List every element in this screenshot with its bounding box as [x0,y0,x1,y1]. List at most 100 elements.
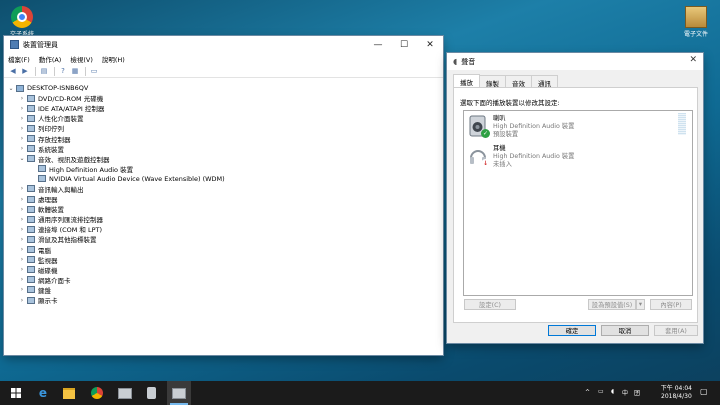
tree-category[interactable]: › 通用序列匯流排控制器 [4,214,443,224]
notification-icon[interactable]: ▢ [700,387,708,396]
taskbar-device-manager[interactable] [167,381,191,405]
chevron-right-icon[interactable]: › [18,236,26,243]
tree-category[interactable]: › 連接埠 (COM 和 LPT) [4,224,443,234]
computer-icon [27,246,35,254]
documents-icon [685,6,707,28]
chevron-right-icon[interactable]: › [18,145,26,152]
chevron-right-icon[interactable]: › [18,266,26,273]
tree-category[interactable]: › DVD/CD-ROM 光碟機 [4,93,443,103]
forward-arrow-icon[interactable]: ▶ [20,67,30,76]
chevron-right-icon[interactable]: › [18,185,26,192]
chevron-right-icon[interactable]: › [18,297,26,304]
menu-action[interactable]: 動作(A) [39,54,62,64]
chevron-right-icon[interactable]: › [18,256,26,263]
start-button[interactable] [4,381,28,405]
chevron-right-icon[interactable]: › [18,276,26,283]
properties-icon[interactable]: ▤ [39,67,49,76]
tree-category[interactable]: › 電腦 [4,245,443,255]
tree-category[interactable]: › 人性化介面裝置 [4,113,443,123]
desktop-icon-chrome[interactable]: 交子系统 [2,6,42,38]
chevron-right-icon[interactable]: › [18,95,26,102]
tree-category[interactable]: › 音訊輸入與輸出 [4,184,443,194]
tree-category[interactable]: › 列印佇列 [4,123,443,133]
close-button[interactable]: ✕ [689,55,697,65]
chevron-right-icon[interactable]: › [18,135,26,142]
taskbar-device-app[interactable] [113,381,137,405]
details-icon[interactable]: ▦ [70,67,80,76]
tree-category[interactable]: › 軟體裝置 [4,204,443,214]
taskbar-speaker-app[interactable] [139,381,163,405]
tree-category[interactable]: › 鍵盤 [4,285,443,295]
tree-category[interactable]: ⌄ 音效、視訊及遊戲控制器 [4,154,443,164]
mouse-icon [27,235,35,243]
chevron-down-icon[interactable]: ⌄ [18,155,26,162]
chevron-right-icon[interactable]: › [18,196,26,203]
chevron-right-icon[interactable]: › [18,206,26,213]
help-icon[interactable]: ? [58,67,68,76]
taskbar-chrome[interactable] [85,381,109,405]
chevron-right-icon[interactable]: › [18,216,26,223]
chevron-right-icon[interactable]: › [18,286,26,293]
properties-button[interactable]: 內容(P) [650,299,692,310]
cancel-button[interactable]: 取消 [601,325,649,336]
tree-category[interactable]: › 磁碟機 [4,265,443,275]
tree-category[interactable]: › 系統裝置 [4,144,443,154]
clock-time: 下午 04:04 [660,385,692,392]
tree-category[interactable]: › 網路介面卡 [4,275,443,285]
tree-category-label: 顯示卡 [38,297,58,306]
minimize-button[interactable]: — [365,36,391,53]
desktop-icon-documents[interactable]: 電子文件 [676,6,716,38]
chevron-right-icon[interactable]: › [18,226,26,233]
tree-category[interactable]: › 處理器 [4,194,443,204]
chrome-icon [11,6,33,28]
title-bar[interactable]: 裝置管理員 — ☐ ✕ [4,36,443,53]
ime-indicator[interactable]: 中 [622,388,628,397]
tree-category-label: 磁碟機 [38,266,58,275]
back-arrow-icon[interactable]: ◀ [8,67,18,76]
device-item-speakers[interactable]: ✓ 喇叭 High Definition Audio 裝置 預設裝置 [468,115,574,139]
chevron-right-icon[interactable]: › [18,246,26,253]
close-button[interactable]: ✕ [417,36,443,53]
file-explorer-icon [63,387,75,399]
chevron-right-icon[interactable]: › [18,115,26,122]
chevron-right-icon[interactable]: › [18,105,26,112]
ok-button[interactable]: 確定 [548,325,596,336]
device-driver: High Definition Audio 裝置 [493,153,575,160]
ime-mode-indicator[interactable]: 囝 [634,388,640,397]
monitor-icon[interactable]: ▭ [89,67,99,76]
dialog-title: 聲音 [461,57,476,66]
tree-category-label: 處理器 [38,196,58,205]
chevron-right-icon[interactable]: › [18,125,26,132]
volume-icon[interactable]: ◖ [611,388,614,395]
menu-view[interactable]: 檢視(V) [70,54,93,64]
tray-expand-icon[interactable]: ^ [585,389,590,396]
tree-root-label: DESKTOP-ISNB6QV [27,84,89,93]
configure-button[interactable]: 設定(C) [464,299,516,310]
device-status: 未插入 [493,161,512,168]
computer-icon [16,84,24,92]
print-queue-icon [27,124,35,132]
device-item-headphones[interactable]: ↓ 耳機 High Definition Audio 裝置 未插入 [468,145,574,169]
tree-category-label: IDE ATA/ATAPI 控制器 [38,105,105,114]
taskbar-file-explorer[interactable] [57,381,81,405]
menu-file[interactable]: 檔案(F) [8,54,30,64]
menu-help[interactable]: 說明(H) [102,54,125,64]
clock[interactable]: 下午 04:04 2018/4/30 [661,385,692,401]
chevron-down-icon[interactable]: ⌄ [7,85,15,92]
set-default-button[interactable]: 設為預設值(S) [588,299,636,310]
tree-device[interactable]: NVIDIA Virtual Audio Device (Wave Extens… [4,174,443,184]
taskbar-edge[interactable]: e [31,381,55,405]
set-default-dropdown[interactable]: ▾ [636,299,645,310]
tree-category[interactable]: › 滑鼠及其他指標裝置 [4,234,443,244]
tree-category[interactable]: › 顯示卡 [4,295,443,305]
tree-category-label: 網路介面卡 [38,276,71,285]
tree-category[interactable]: › IDE ATA/ATAPI 控制器 [4,103,443,113]
tree-category[interactable]: › 存放控制器 [4,133,443,144]
maximize-button[interactable]: ☐ [391,36,417,53]
network-icon[interactable]: ▭ [598,388,604,395]
tree-category[interactable]: › 監視器 [4,255,443,265]
tree-root[interactable]: ⌄ DESKTOP-ISNB6QV [4,83,443,93]
apply-button[interactable]: 套用(A) [654,325,698,336]
title-bar[interactable]: ◖ 聲音 ✕ [447,53,703,70]
tree-device[interactable]: High Definition Audio 裝置 [4,164,443,174]
